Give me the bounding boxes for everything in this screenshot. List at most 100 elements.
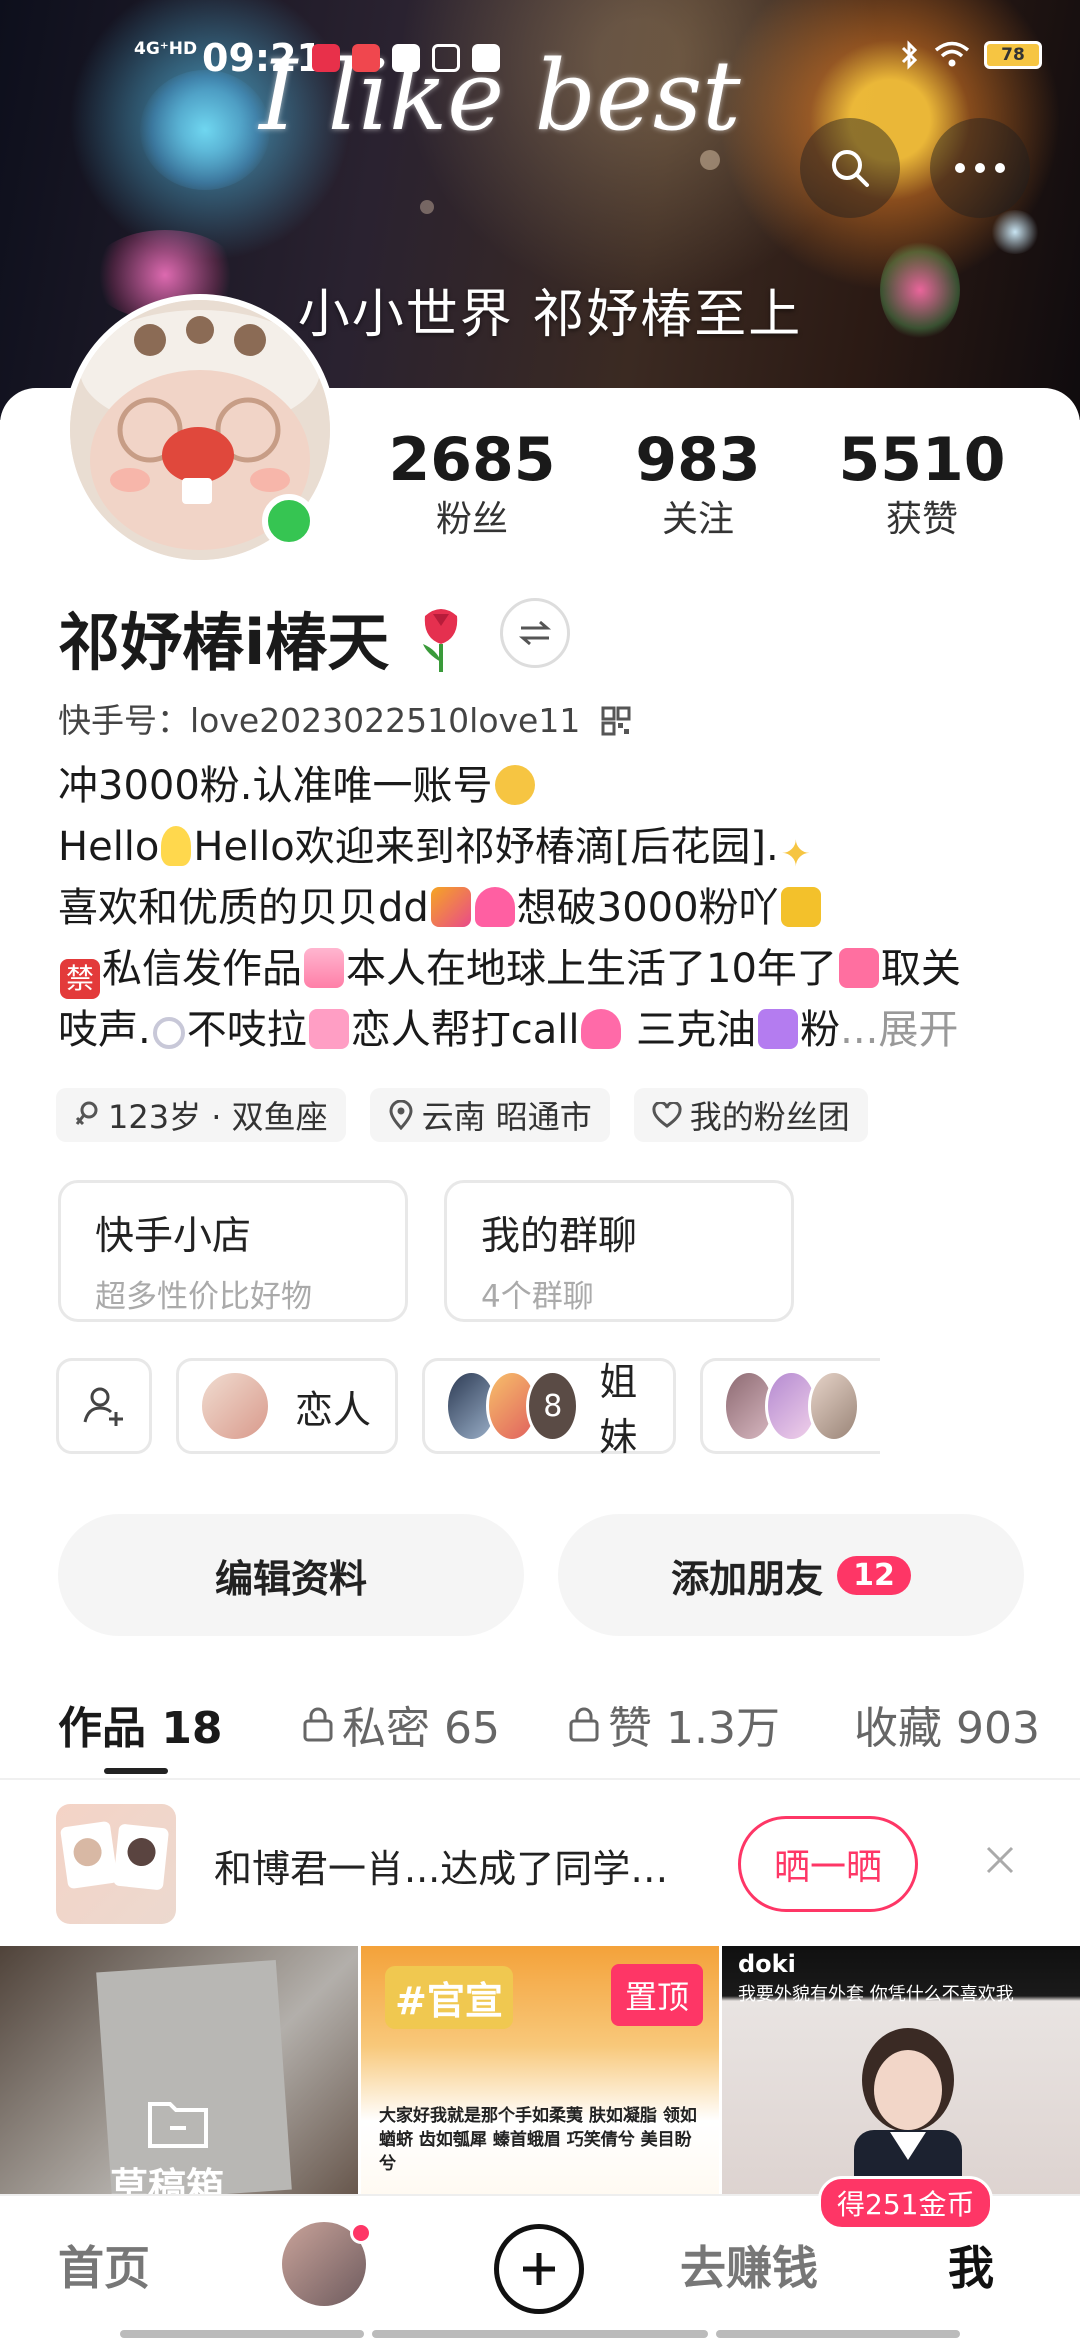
more-dots-icon xyxy=(955,163,1005,173)
kuaishou-id[interactable]: 快手号：love2023022510love11 xyxy=(58,694,631,742)
lock-icon xyxy=(569,1707,599,1742)
nav-earn-money[interactable]: 去赚钱 xyxy=(680,2232,818,2298)
video-caption: 我要外貌有外套 你凭什么不喜欢我 xyxy=(738,1984,1014,2005)
button-label: 添加朋友 xyxy=(671,1556,824,1601)
friend-request-badge: 12 xyxy=(837,1555,911,1595)
draft-box-tile[interactable]: 草稿箱 xyxy=(0,1946,358,2196)
video-caption: 大家好我就是那个手如柔荑 肤如凝脂 领如蝤蛴 齿如瓠犀 螓首蛾眉 巧笑倩兮 美目… xyxy=(379,2106,697,2174)
stat-value: 5510 xyxy=(838,425,1006,495)
bio-text: 恋人帮打call xyxy=(350,1007,580,1053)
group-sisters[interactable]: 8 姐妹 xyxy=(422,1358,676,1459)
bokeh-dot xyxy=(420,200,434,214)
battery-icon: 78 xyxy=(984,41,1042,69)
group-avatar xyxy=(199,1370,271,1442)
tab-private[interactable]: 私密 65 xyxy=(302,1692,500,1756)
kuaishou-id-text: 快手号：love2023022510love11 xyxy=(58,701,581,740)
group-label: 姐妹 xyxy=(599,1360,638,1459)
tab-label: 收藏 903 xyxy=(854,1703,1040,1754)
shortcut-title: 快手小店 xyxy=(95,1214,252,1259)
bio-text: 粉 xyxy=(800,1007,841,1053)
video-tile[interactable]: doki 我要外貌有外套 你凭什么不喜欢我 xyxy=(722,1946,1080,2196)
female-icon xyxy=(75,1101,98,1126)
tag-location[interactable]: 云南 昭通市 xyxy=(369,1088,610,1142)
bio-line: Hello Hello欢迎来到祁妤椿滴[后花园].✦ xyxy=(58,817,1038,878)
lock-icon xyxy=(303,1707,333,1742)
shop-shortcut[interactable]: 快手小店 超多性价比好物 xyxy=(58,1180,408,1322)
topic-tag: #官宣 xyxy=(385,1966,513,2029)
add-relation-button[interactable] xyxy=(56,1358,152,1454)
bio-line: 禁私信发作品 本人在地球上生活了10年了 取关 xyxy=(58,939,1038,1000)
stat-label: 粉丝 xyxy=(435,499,508,540)
status-time: 09:21 xyxy=(202,36,323,80)
search-icon xyxy=(832,150,869,187)
switch-arrows-icon xyxy=(518,620,552,646)
switch-account-button[interactable] xyxy=(500,598,570,668)
stat-following[interactable]: 983 关注 xyxy=(598,424,798,544)
profile-name-text: 祁妤椿i椿天 xyxy=(58,606,390,679)
edit-profile-button[interactable]: 编辑资料 xyxy=(58,1514,524,1636)
close-icon[interactable] xyxy=(978,1838,1022,1882)
group-lovers[interactable]: 恋人 xyxy=(176,1358,398,1454)
heart-ribbon-emoji-icon xyxy=(308,1009,349,1049)
home-indicator xyxy=(120,2330,364,2338)
online-status-dot xyxy=(262,494,316,548)
pinned-badge: 置顶 xyxy=(610,1964,703,2026)
tab-works[interactable]: 作品 18 xyxy=(58,1692,223,1756)
sunglasses-emoji-icon xyxy=(494,765,535,805)
expand-bio-link[interactable]: ...展开 xyxy=(840,1007,958,1053)
bio-line: 冲3000粉.认准唯一账号 xyxy=(58,756,1038,817)
stat-likes[interactable]: 5510 获赞 xyxy=(822,424,1022,544)
create-button[interactable] xyxy=(494,2224,584,2314)
tag-label: 123岁 · 双鱼座 xyxy=(108,1098,328,1136)
share-memory-button[interactable]: 晒一晒 xyxy=(738,1816,918,1912)
add-user-icon xyxy=(83,1387,123,1426)
works-grid: 草稿箱 #官宣 置顶 大家好我就是那个手如柔荑 肤如凝脂 领如蝤蛴 齿如瓠犀 螓… xyxy=(0,1946,1080,2196)
bio-text: 冲3000粉.认准唯一账号 xyxy=(58,763,493,809)
group-chat-shortcut[interactable]: 我的群聊 4个群聊 xyxy=(444,1180,794,1322)
sparkles-emoji-icon: ✦ xyxy=(780,834,811,875)
crown-emoji-icon xyxy=(780,887,821,927)
divider xyxy=(0,1778,1080,1780)
shortcut-subtitle: 4个群聊 xyxy=(481,1279,594,1315)
bio-text: 取关 xyxy=(880,946,961,992)
profile-tags: 123岁 · 双鱼座 云南 昭通市 我的粉丝团 xyxy=(56,1088,868,1142)
search-button[interactable] xyxy=(800,118,900,218)
app-notification-icon xyxy=(472,44,500,72)
status-bar: 4G⁺HD 09:21 78 xyxy=(0,0,1080,110)
qrcode-icon xyxy=(601,706,631,736)
memory-promo-banner[interactable]: 和博君一肖...达成了同学… 晒一晒 xyxy=(0,1786,1080,1936)
group-more[interactable] xyxy=(700,1358,880,1454)
add-friends-button[interactable]: 添加朋友 12 xyxy=(558,1514,1024,1636)
bio-text: 私信发作品 xyxy=(102,946,302,992)
banner-subtitle: 小小世界 祁妤椿至上 xyxy=(297,285,803,345)
bio-line: 吱声. 不吱拉 恋人帮打call 三克油 粉...展开 xyxy=(58,1000,1038,1061)
tag-age-zodiac[interactable]: 123岁 · 双鱼座 xyxy=(56,1088,346,1142)
bio-text: 三克油 xyxy=(636,1007,757,1053)
bio-text: 不吱拉 xyxy=(186,1007,307,1053)
app-notification-icon xyxy=(392,44,420,72)
stat-followers[interactable]: 2685 粉丝 xyxy=(372,424,572,544)
draft-label: 草稿箱 xyxy=(110,2165,225,2196)
home-indicator xyxy=(716,2330,960,2338)
prohibited-badge-icon: 禁 xyxy=(60,959,100,999)
app-notification-icon xyxy=(352,44,380,72)
coin-reward-badge: 得251金币 xyxy=(818,2176,994,2230)
relationship-groups: 恋人 8 姐妹 xyxy=(56,1358,880,1459)
more-button[interactable] xyxy=(930,118,1030,218)
heart-glow xyxy=(990,210,1040,254)
profile-name: 祁妤椿i椿天 xyxy=(58,592,471,682)
tab-favorites[interactable]: 收藏 903 xyxy=(854,1692,1040,1756)
nav-home[interactable]: 首页 xyxy=(58,2232,150,2298)
lightbulb-emoji-icon xyxy=(161,826,192,866)
tulip-glow xyxy=(880,240,960,340)
nav-me[interactable]: 我 xyxy=(948,2232,994,2298)
button-label: 编辑资料 xyxy=(214,1556,367,1601)
tab-likes[interactable]: 赞 1.3万 xyxy=(568,1692,780,1756)
bio-text: 吱声. xyxy=(58,1007,151,1053)
stat-label: 关注 xyxy=(661,499,734,540)
bokeh-dot xyxy=(700,150,720,170)
profile-bio[interactable]: 冲3000粉.认准唯一账号 Hello Hello欢迎来到祁妤椿滴[后花园].✦ … xyxy=(58,756,1038,1061)
shortcut-subtitle: 超多性价比好物 xyxy=(95,1279,312,1315)
pinned-video-tile[interactable]: #官宣 置顶 大家好我就是那个手如柔荑 肤如凝脂 领如蝤蛴 齿如瓠犀 螓首蛾眉 … xyxy=(361,1946,719,2196)
tag-fan-club[interactable]: 我的粉丝团 xyxy=(633,1088,868,1142)
